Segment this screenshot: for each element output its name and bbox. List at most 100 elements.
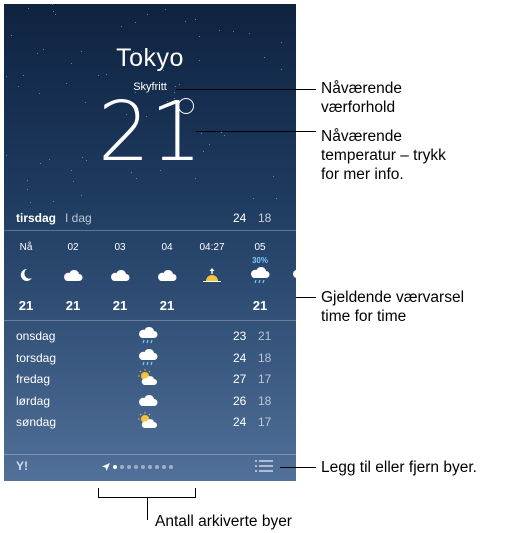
callout-line-hourly xyxy=(296,297,316,298)
star xyxy=(276,197,278,199)
star xyxy=(52,11,54,13)
forecast-low: 21 xyxy=(258,329,272,343)
forecast-high: 27 xyxy=(233,372,247,386)
forecast-low: 18 xyxy=(258,350,272,365)
cloud-icon xyxy=(156,266,178,284)
forecast-low: 18 xyxy=(258,393,272,408)
forecast-day: lørdag xyxy=(16,393,51,408)
cloud-icon xyxy=(62,266,84,284)
degree-symbol xyxy=(178,98,194,114)
page-dot[interactable] xyxy=(127,465,131,469)
current-temperature[interactable]: 21 xyxy=(4,92,296,174)
page-dot[interactable] xyxy=(169,465,173,469)
precip-chance: 30% xyxy=(251,256,268,265)
bottom-toolbar: Y! xyxy=(4,456,296,481)
hour-time: 03 xyxy=(114,242,126,253)
cloud-icon xyxy=(109,266,131,284)
page-dot[interactable] xyxy=(134,465,138,469)
cloud-icon xyxy=(137,391,159,409)
page-dot[interactable] xyxy=(141,465,145,469)
star xyxy=(219,30,221,32)
rain-cloud-icon xyxy=(137,348,159,366)
hour-time: 02 xyxy=(67,242,79,253)
page-dot[interactable] xyxy=(155,465,159,469)
star xyxy=(184,21,186,23)
list-icon[interactable] xyxy=(255,460,273,472)
today-high: 24 xyxy=(233,211,247,225)
page-dot[interactable] xyxy=(162,465,166,469)
hour-temp: 21 xyxy=(112,298,128,313)
star xyxy=(6,75,8,77)
star xyxy=(147,14,149,16)
callout-condition: Nåværende værforhold xyxy=(321,80,402,116)
star xyxy=(120,25,122,27)
location-arrow-icon xyxy=(102,463,110,471)
forecast-row: onsdag 23 21 xyxy=(4,326,296,346)
forecast-row: fredag 27 17 xyxy=(4,369,296,389)
star xyxy=(81,195,83,197)
rain-cloud-icon xyxy=(249,266,271,284)
hour-temp: 21 xyxy=(65,298,81,313)
rain-cloud-icon xyxy=(291,266,296,284)
callout-line-cities xyxy=(280,467,316,468)
bracket-stem xyxy=(147,497,148,520)
hour-time: 04 xyxy=(161,242,173,253)
sunrise-icon xyxy=(201,266,223,284)
hour-temp: 2 xyxy=(284,298,296,313)
star xyxy=(134,22,136,24)
hour-temp: 21 xyxy=(252,298,268,313)
forecast-high: 23 xyxy=(233,329,247,343)
bracket-right xyxy=(195,488,196,497)
today-label: I dag xyxy=(65,211,92,225)
hour-time: 05 xyxy=(254,242,266,253)
sun-cloud-icon xyxy=(137,412,159,430)
page-dot[interactable] xyxy=(120,465,124,469)
weather-app-screen: Tokyo Skyfritt 21 tirsdag I dag 24 18 Nå… xyxy=(4,4,296,481)
callout-temperature: Nåværende temperatur – trykk for mer inf… xyxy=(321,128,446,183)
forecast-row: søndag 24 17 xyxy=(4,412,296,432)
star xyxy=(272,176,274,178)
star xyxy=(22,75,24,77)
star xyxy=(194,19,196,21)
forecast-high: 24 xyxy=(233,415,247,429)
star xyxy=(248,33,250,35)
star xyxy=(198,35,200,37)
today-day: tirsdag xyxy=(16,211,57,225)
star xyxy=(233,31,235,33)
star xyxy=(53,201,55,203)
star xyxy=(29,202,31,204)
yahoo-logo[interactable]: Y! xyxy=(16,459,28,473)
star xyxy=(164,8,166,10)
forecast-high: 24 xyxy=(233,350,247,365)
forecast-day: søndag xyxy=(16,415,57,429)
page-dot[interactable] xyxy=(113,465,117,469)
hour-time: 0 xyxy=(284,242,296,253)
forecast-high: 26 xyxy=(233,393,247,408)
callout-cities: Legg til eller fjern byer. xyxy=(321,459,477,476)
callout-archived: Antall arkiverte byer xyxy=(155,513,292,530)
today-low: 18 xyxy=(258,211,272,225)
star xyxy=(51,4,53,6)
forecast-day: fredag xyxy=(16,372,51,386)
callout-hourly: Gjeldende værvarsel time for time xyxy=(321,289,465,325)
star xyxy=(97,75,99,77)
forecast-low: 17 xyxy=(258,415,272,429)
forecast-low: 17 xyxy=(258,372,272,386)
forecast-day: onsdag xyxy=(16,329,56,343)
city-name: Tokyo xyxy=(116,44,184,72)
bracket-left xyxy=(98,488,99,497)
page-dot[interactable] xyxy=(148,465,152,469)
star xyxy=(11,34,13,36)
star xyxy=(281,41,283,43)
star xyxy=(26,179,28,181)
star xyxy=(27,8,29,10)
callout-line-temperature xyxy=(196,131,316,132)
hour-temp: 21 xyxy=(159,298,175,313)
sun-cloud-icon xyxy=(137,369,159,387)
rain-cloud-icon xyxy=(137,326,159,344)
hour-time: Nå xyxy=(19,242,33,253)
forecast-row: lørdag 26 18 xyxy=(4,391,296,411)
divider xyxy=(4,320,296,321)
star xyxy=(105,74,107,75)
page-indicator[interactable] xyxy=(102,462,173,472)
